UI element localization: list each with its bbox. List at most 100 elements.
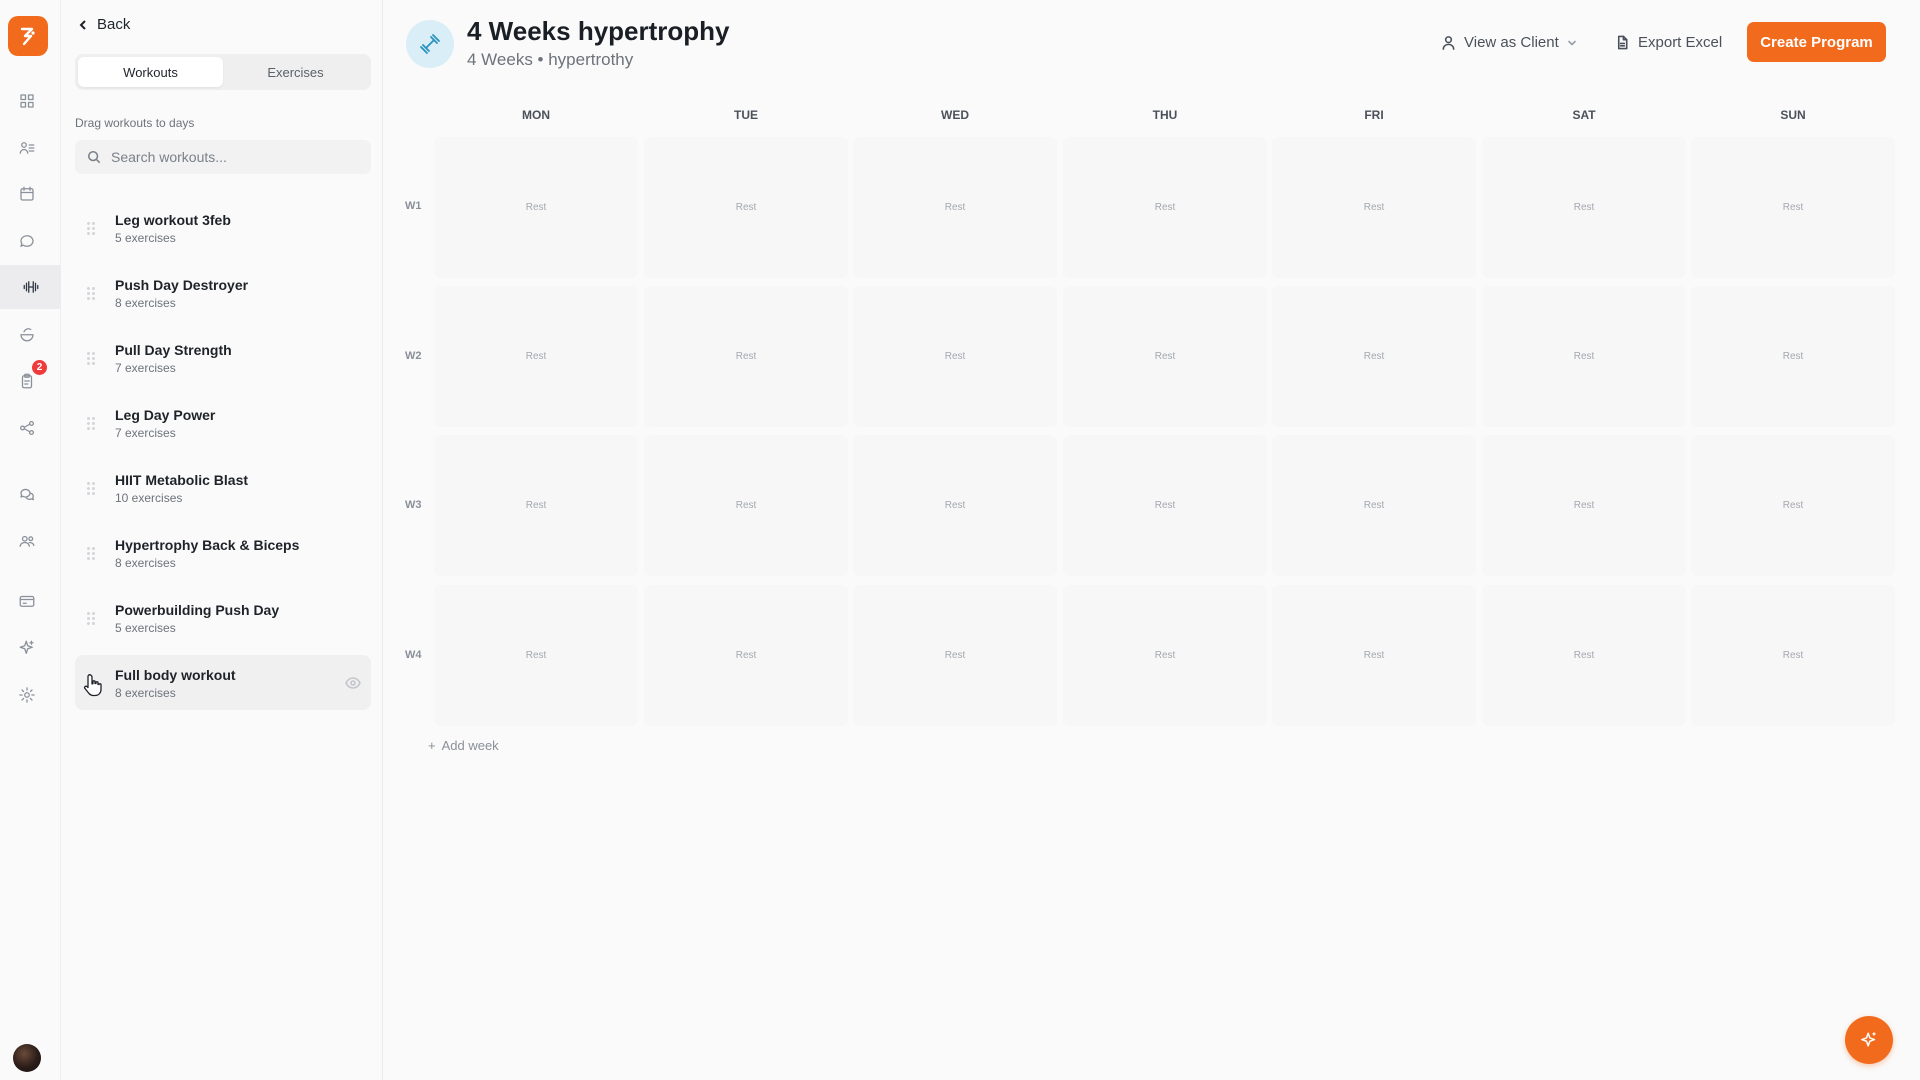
workout-item[interactable]: Leg Day Power 7 exercises xyxy=(75,395,371,450)
workout-name: Leg workout 3feb xyxy=(115,212,231,228)
day-header-sat: SAT xyxy=(1572,108,1596,122)
ai-assistant-button[interactable] xyxy=(1845,1016,1893,1064)
workout-exercise-count: 5 exercises xyxy=(115,621,176,635)
day-cell[interactable]: Rest xyxy=(1063,286,1267,427)
back-label: Back xyxy=(97,16,131,33)
preview-eye-icon[interactable] xyxy=(345,675,361,691)
workout-item[interactable]: Push Day Destroyer 8 exercises xyxy=(75,265,371,320)
day-cell[interactable]: Rest xyxy=(1482,286,1686,427)
day-cell[interactable]: Rest xyxy=(1691,286,1895,427)
workout-exercise-count: 5 exercises xyxy=(115,231,176,245)
workout-name: Hypertrophy Back & Biceps xyxy=(115,537,300,553)
day-cell[interactable]: Rest xyxy=(434,286,638,427)
drag-handle-icon[interactable] xyxy=(87,482,95,495)
week-label-w4: W4 xyxy=(405,649,422,661)
add-week-button[interactable]: + Add week xyxy=(428,738,499,753)
export-excel-label: Export Excel xyxy=(1638,34,1723,51)
export-excel-button[interactable]: Export Excel xyxy=(1615,34,1722,51)
back-button[interactable]: Back xyxy=(77,16,130,33)
automations-icon[interactable] xyxy=(14,415,40,441)
logo-icon xyxy=(20,27,35,46)
day-cell[interactable]: Rest xyxy=(1691,137,1895,278)
workout-name: Full body workout xyxy=(115,667,236,683)
hand-cursor-icon xyxy=(83,673,102,697)
program-title: 4 Weeks hypertrophy xyxy=(467,16,730,46)
nutrition-icon[interactable] xyxy=(14,321,40,347)
day-cell[interactable]: Rest xyxy=(853,585,1057,726)
clients-icon[interactable] xyxy=(14,135,40,161)
day-cell[interactable]: Rest xyxy=(434,585,638,726)
dumbbell-icon[interactable] xyxy=(0,265,61,309)
notification-badge: 2 xyxy=(32,360,47,375)
dashboard-icon[interactable] xyxy=(14,88,40,114)
workout-item[interactable]: Full body workout 8 exercises xyxy=(75,655,371,710)
workout-item[interactable]: Powerbuilding Push Day 5 exercises xyxy=(75,590,371,645)
payments-icon[interactable] xyxy=(14,588,40,614)
ai-sparkle-icon[interactable] xyxy=(14,635,40,661)
tab-exercises[interactable]: Exercises xyxy=(223,57,368,87)
day-cell[interactable]: Rest xyxy=(1272,137,1476,278)
day-cell[interactable]: Rest xyxy=(1482,585,1686,726)
day-header-thu: THU xyxy=(1152,108,1178,122)
tab-workouts[interactable]: Workouts xyxy=(78,57,223,87)
workout-item[interactable]: HIIT Metabolic Blast 10 exercises xyxy=(75,460,371,515)
day-cell[interactable]: Rest xyxy=(434,137,638,278)
settings-icon[interactable] xyxy=(14,682,40,708)
app-logo[interactable] xyxy=(8,16,48,56)
workout-item[interactable]: Pull Day Strength 7 exercises xyxy=(75,330,371,385)
workout-name: Powerbuilding Push Day xyxy=(115,602,280,618)
chevron-left-icon xyxy=(79,19,86,30)
drag-hint: Drag workouts to days xyxy=(75,116,195,130)
week-label-w1: W1 xyxy=(405,200,422,212)
messages-icon[interactable] xyxy=(14,228,40,254)
drag-handle-icon[interactable] xyxy=(87,612,95,625)
drag-handle-icon[interactable] xyxy=(87,222,95,235)
day-cell[interactable]: Rest xyxy=(1063,137,1267,278)
week-label-w2: W2 xyxy=(405,350,422,362)
day-cell[interactable]: Rest xyxy=(1691,435,1895,576)
search-box xyxy=(75,140,371,174)
workout-exercise-count: 7 exercises xyxy=(115,426,176,440)
search-input[interactable] xyxy=(111,149,351,165)
workout-name: Push Day Destroyer xyxy=(115,277,249,293)
day-header-wed: WED xyxy=(941,108,969,122)
day-cell[interactable]: Rest xyxy=(1063,435,1267,576)
community-icon[interactable] xyxy=(14,481,40,507)
workout-name: Leg Day Power xyxy=(115,407,216,423)
drag-handle-icon[interactable] xyxy=(87,417,95,430)
day-cell[interactable]: Rest xyxy=(1272,435,1476,576)
day-cell[interactable]: Rest xyxy=(1691,585,1895,726)
user-avatar[interactable] xyxy=(13,1044,41,1072)
user-icon xyxy=(1442,36,1455,50)
day-cell[interactable]: Rest xyxy=(1482,435,1686,576)
program-builder: 4 Weeks hypertrophy 4 Weeks • hypertroth… xyxy=(383,0,1920,1080)
workout-item[interactable]: Hypertrophy Back & Biceps 8 exercises xyxy=(75,525,371,580)
drag-handle-icon[interactable] xyxy=(87,547,95,560)
create-program-button[interactable]: Create Program xyxy=(1747,22,1886,62)
team-icon[interactable] xyxy=(14,528,40,554)
day-cell[interactable]: Rest xyxy=(853,286,1057,427)
day-cell[interactable]: Rest xyxy=(1482,137,1686,278)
workout-item[interactable]: Leg workout 3feb 5 exercises xyxy=(75,200,371,255)
day-cell[interactable]: Rest xyxy=(434,435,638,576)
chevron-down-icon xyxy=(1567,40,1576,45)
day-cell[interactable]: Rest xyxy=(644,286,848,427)
drag-handle-icon[interactable] xyxy=(87,352,95,365)
view-as-client-dropdown[interactable]: View as Client xyxy=(1441,34,1577,51)
day-cell[interactable]: Rest xyxy=(1272,286,1476,427)
day-cell[interactable]: Rest xyxy=(853,137,1057,278)
day-cell[interactable]: Rest xyxy=(1272,585,1476,726)
day-header-tue: TUE xyxy=(734,108,758,122)
day-header-sun: SUN xyxy=(1780,108,1806,122)
day-cell[interactable]: Rest xyxy=(1063,585,1267,726)
program-subtitle: 4 Weeks • hypertrothy xyxy=(467,50,634,69)
day-cell[interactable]: Rest xyxy=(644,435,848,576)
icon-rail: 2 xyxy=(0,0,61,1080)
view-as-client-label: View as Client xyxy=(1464,34,1559,51)
day-cell[interactable]: Rest xyxy=(853,435,1057,576)
drag-handle-icon[interactable] xyxy=(87,287,95,300)
day-cell[interactable]: Rest xyxy=(644,137,848,278)
file-icon xyxy=(1617,35,1628,50)
day-cell[interactable]: Rest xyxy=(644,585,848,726)
calendar-icon[interactable] xyxy=(14,181,40,207)
